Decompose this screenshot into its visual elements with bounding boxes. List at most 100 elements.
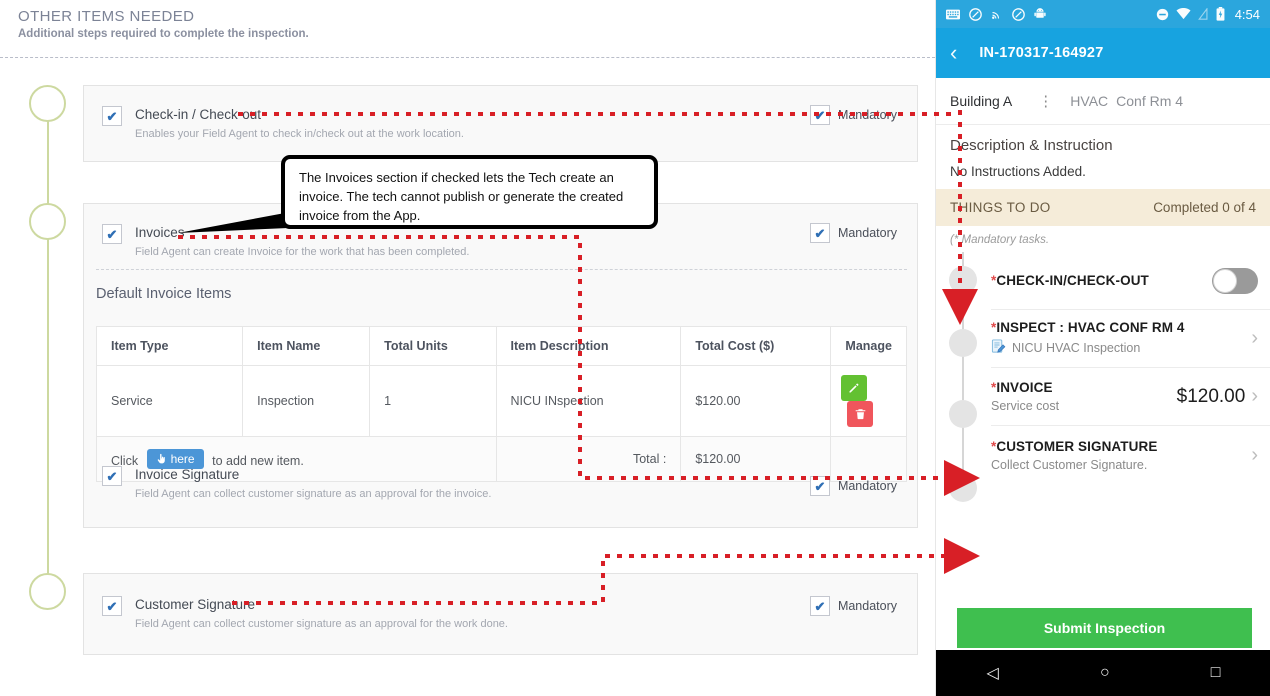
checkbox-check-in[interactable]: ✔: [102, 106, 122, 126]
keyboard-icon: [946, 9, 960, 20]
task-body-1: *CHECK-IN/CHECK-OUT: [991, 273, 1212, 288]
add-item-here-button[interactable]: here: [146, 449, 204, 469]
cell-total-units: 1: [369, 365, 497, 437]
task-title-3: *INVOICE: [991, 380, 1177, 395]
column-header-item-name: Item Name: [242, 326, 371, 366]
table-row: Service Inspection 1 NICU INspection $12…: [95, 365, 907, 437]
task-bullet-3: [949, 400, 977, 428]
check-in-toggle-switch[interactable]: [1212, 267, 1258, 294]
things-to-do-completed: Completed 0 of 4: [1153, 200, 1256, 215]
android-icon: [1034, 8, 1046, 20]
mandatory-checkbox-check-in[interactable]: ✔: [809, 105, 830, 125]
task-body-2: *INSPECT : HVAC CONF RM 4 NICU HVAC Insp…: [991, 320, 1245, 357]
chevron-right-icon-3[interactable]: ›: [1251, 385, 1258, 408]
location-row: Building A ⋮ HVAC Conf Rm 4: [936, 78, 1270, 125]
chevron-right-icon-4[interactable]: ›: [1251, 444, 1258, 467]
pointer-hand-icon: [157, 453, 165, 464]
app-bar-title: IN-170317-164927: [979, 45, 1104, 61]
checkbox-desc-invoices: Field Agent can create Invoice for the w…: [135, 246, 470, 258]
timeline-node-1: [29, 85, 66, 122]
overflow-menu-icon[interactable]: ⋮: [1038, 92, 1053, 110]
task-subtitle-2: NICU HVAC Inspection: [991, 339, 1245, 357]
task-body-3: *INVOICE Service cost: [991, 380, 1177, 413]
card-customer-signature: ✔ Customer Signature Field Agent can col…: [83, 573, 918, 655]
description-body: No Instructions Added.: [950, 164, 1086, 179]
android-status-bar: 4:54: [936, 0, 1270, 28]
mandatory-checkbox-customer-signature[interactable]: ✔: [809, 596, 830, 616]
location-building: Building A: [950, 93, 1013, 109]
sync-alt-icon: [1012, 7, 1025, 21]
nav-recents-icon[interactable]: □: [1211, 664, 1221, 682]
things-to-do-bar: THINGS TO DO Completed 0 of 4: [936, 189, 1270, 226]
task-item-customer-signature[interactable]: *CUSTOMER SIGNATURE Collect Customer Sig…: [991, 426, 1270, 484]
battery-icon: [1216, 7, 1225, 21]
description-block: Description & Instruction No Instruction…: [936, 125, 1270, 189]
mandatory-toggle-invoices[interactable]: ✔ Mandatory: [809, 223, 897, 243]
sync-icon: [969, 7, 982, 21]
status-bar-right-icons: 4:54: [1156, 7, 1260, 22]
status-bar-left-icons: [946, 7, 1156, 21]
mandatory-toggle-invoice-signature[interactable]: ✔ Mandatory: [809, 476, 897, 496]
mandatory-label-customer-signature: Mandatory: [837, 599, 897, 613]
mandatory-toggle-check-in[interactable]: ✔ Mandatory: [809, 105, 897, 125]
android-navigation-bar: ◁ ○ □: [936, 650, 1270, 696]
checkbox-invoice-signature[interactable]: ✔: [102, 466, 122, 486]
checkbox-label-customer-signature: Customer Signature: [135, 597, 256, 612]
default-invoice-items-title: Default Invoice Items: [96, 286, 232, 302]
card-check-in-check-out: ✔ Check-in / Check-out Enables your Fiel…: [83, 85, 918, 162]
form-icon: [991, 339, 1006, 357]
cell-item-type: Service: [95, 365, 244, 437]
total-value: $120.00: [680, 436, 832, 482]
timeline-node-2: [29, 203, 66, 240]
task-body-4: *CUSTOMER SIGNATURE Collect Customer Sig…: [991, 439, 1245, 472]
table-header-row: Item Type Item Name Total Units Item Des…: [95, 326, 907, 366]
task-item-invoice[interactable]: *INVOICE Service cost $120.00 ›: [991, 368, 1270, 426]
task-item-check-in-check-out[interactable]: *CHECK-IN/CHECK-OUT: [991, 252, 1270, 310]
timeline-connector: [47, 105, 49, 605]
task-list: *CHECK-IN/CHECK-OUT *INSPECT : HVAC CONF…: [936, 252, 1270, 502]
column-header-total-cost: Total Cost ($): [680, 326, 832, 366]
cell-total-cost: $120.00: [680, 365, 832, 437]
checkbox-desc-invoice-signature: Field Agent can collect customer signatu…: [135, 488, 492, 500]
mandatory-label-invoice-signature: Mandatory: [837, 479, 897, 493]
footer-manage-cell: [830, 436, 907, 482]
section-header: OTHER ITEMS NEEDED Additional steps requ…: [18, 8, 309, 40]
checkbox-customer-signature[interactable]: ✔: [102, 596, 122, 616]
mandatory-checkbox-invoice-signature[interactable]: ✔: [809, 476, 830, 496]
checkbox-desc-check-in: Enables your Field Agent to check in/che…: [135, 128, 464, 140]
column-header-item-type: Item Type: [95, 326, 244, 366]
task-bullet-1: [949, 266, 977, 294]
task-title-text-3: INVOICE: [996, 380, 1053, 395]
back-arrow-icon[interactable]: ‹: [950, 40, 957, 66]
location-room: Conf Rm 4: [1116, 93, 1184, 109]
signal-icon: [1197, 8, 1209, 20]
wifi-icon: [1176, 8, 1191, 20]
card-invoices: ✔ Invoices Field Agent can create Invoic…: [83, 203, 918, 528]
invoice-amount: $120.00: [1176, 385, 1246, 407]
cell-item-name: Inspection: [242, 365, 371, 437]
checkbox-desc-customer-signature: Field Agent can collect customer signatu…: [135, 618, 508, 630]
task-bullet-2: [949, 329, 977, 357]
cell-item-description: NICU INspection: [495, 365, 682, 437]
edit-icon[interactable]: [841, 375, 868, 401]
submit-inspection-button[interactable]: Submit Inspection: [957, 608, 1252, 648]
mandatory-toggle-customer-signature[interactable]: ✔ Mandatory: [809, 596, 897, 616]
nav-back-icon[interactable]: ◁: [987, 663, 999, 683]
timeline-node-3: [29, 573, 66, 610]
add-item-here-label: here: [170, 452, 195, 466]
task-title-text-2: INSPECT : HVAC CONF RM 4: [996, 320, 1185, 335]
delete-icon[interactable]: [847, 401, 874, 427]
description-heading: Description & Instruction: [950, 137, 1113, 154]
task-subtitle-3: Service cost: [991, 399, 1060, 413]
page-title: OTHER ITEMS NEEDED: [18, 8, 195, 25]
task-bullet-4: [949, 474, 977, 502]
cell-manage: [830, 365, 907, 437]
task-title-4: *CUSTOMER SIGNATURE: [991, 439, 1245, 454]
task-item-inspect[interactable]: *INSPECT : HVAC CONF RM 4 NICU HVAC Insp…: [991, 310, 1270, 368]
mandatory-checkbox-invoices[interactable]: ✔: [809, 223, 830, 243]
checkbox-invoices[interactable]: ✔: [102, 224, 122, 244]
nav-home-icon[interactable]: ○: [1100, 664, 1110, 682]
task-title-text-4: CUSTOMER SIGNATURE: [996, 438, 1158, 454]
column-header-total-units: Total Units: [369, 326, 497, 366]
chevron-right-icon-2[interactable]: ›: [1251, 327, 1258, 350]
